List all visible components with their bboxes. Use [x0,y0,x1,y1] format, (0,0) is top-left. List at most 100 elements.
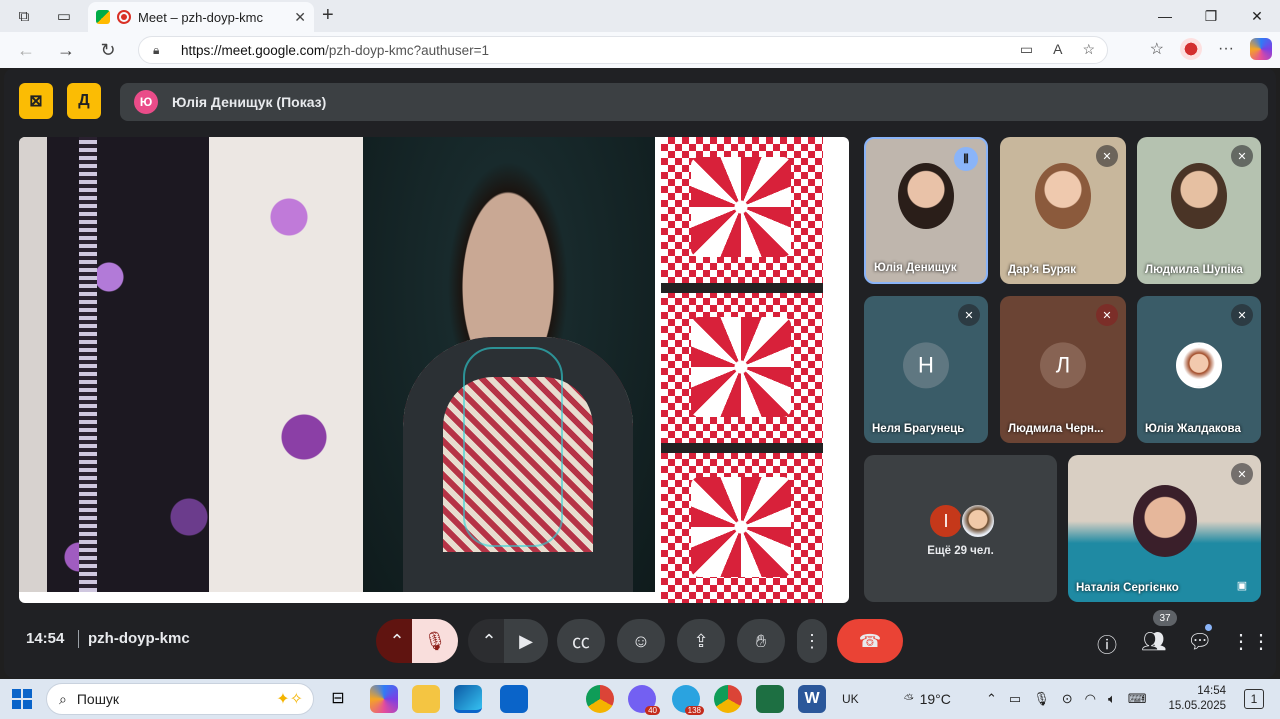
meet-favicon-icon [96,10,110,24]
more-participants-tile[interactable]: І Ещё 29 чел. [864,455,1057,602]
file-explorer-icon[interactable] [412,685,440,713]
participant-name: Неля Брагунець [872,423,965,435]
minimize-button[interactable]: — [1142,0,1188,32]
back-button[interactable]: ← [6,32,46,68]
viber-badge: 40 [645,706,660,715]
pip-icon[interactable]: ▣ [1231,574,1253,596]
excel-icon[interactable] [756,685,784,713]
more-menu-icon[interactable]: ··· [1218,40,1234,58]
copilot-icon[interactable] [1250,38,1272,60]
close-window-button[interactable]: ✕ [1234,0,1280,32]
weather-icon: ⛅︎ [904,691,914,706]
more-options-button[interactable]: ⋮ [797,619,827,663]
chat-icon[interactable]: 💬︎ [1187,629,1212,654]
read-aloud-icon[interactable]: A [1053,41,1062,58]
camera-tray-icon[interactable]: ▭ [1009,691,1021,707]
language-indicator[interactable]: UK [842,679,859,719]
participant-name: Юлія Жалдакова [1145,423,1241,435]
mic-tray-icon[interactable]: 🎙︎ [1033,691,1050,707]
edge-icon[interactable] [454,685,482,713]
meeting-code: pzh-doyp-kmc [88,630,190,647]
mic-off-icon: ✕ [1096,304,1118,326]
url-field[interactable]: 🔒︎ https://meet.google.com/pzh-doyp-kmc?… [138,36,1108,64]
mic-off-icon: ✕ [1231,304,1253,326]
keyboard-icon[interactable]: ⌨︎ [1128,691,1147,707]
maximize-button[interactable]: ❐ [1188,0,1234,32]
chrome-icon[interactable] [586,685,614,713]
embroidered-vest-image [19,137,363,592]
volume-icon[interactable]: 🔈︎ [1108,691,1116,707]
browser-tab[interactable]: Meet – pzh-doyp-kmc ✕ [88,2,314,32]
participant-tile[interactable]: Л ✕ Людмила Черн... [1000,296,1126,443]
meeting-info-icon[interactable]: ⓘ [1097,629,1117,658]
outlook-icon[interactable] [500,685,528,713]
ornament-pattern-image [661,137,823,603]
tab-title: Meet – pzh-doyp-kmc [138,9,263,25]
layout-icon[interactable]: Д [67,83,101,119]
participant-name: Людмила Шупіка [1145,264,1243,276]
sparkle-icon: ✦✧ [276,691,303,708]
participant-name: Дар'я Буряк [1008,264,1076,276]
taskbar-search[interactable]: ⌕ Пошук ✦✧ [46,683,314,715]
activities-icon[interactable]: ⋮⋮ [1231,629,1271,654]
participant-name: Людмила Черн... [1008,423,1104,435]
participant-tile[interactable]: ⦀ Юлія Денищук [864,137,988,284]
people-icon[interactable]: 👥︎ [1141,629,1166,654]
divider [78,630,79,648]
search-icon: ⌕ [59,690,67,707]
chat-unread-dot [1205,624,1212,631]
participant-tile[interactable]: ✕ Юлія Жалдакова [1137,296,1261,443]
window-controls: — ❐ ✕ [1142,0,1280,32]
mic-off-icon: ✕ [1231,145,1253,167]
more-participants-label: Ещё 29 чел. [927,545,994,557]
present-button[interactable]: ⇪ [677,619,725,663]
participant-avatar [960,503,996,539]
word-icon[interactable]: W [798,685,826,713]
leave-call-button[interactable]: ☎ [837,619,903,663]
tab-actions-icon[interactable]: ▭ [50,2,78,30]
start-button[interactable] [12,689,32,709]
url-path: /pzh-doyp-kmc?authuser=1 [325,42,490,58]
favorites-icon[interactable]: ☆ [1150,39,1164,59]
reactions-button[interactable]: ☺ [617,619,665,663]
camera-permission-icon[interactable]: ▭ [1020,41,1033,58]
hide-presentation-icon[interactable]: ⊠ [19,83,53,119]
captions-button[interactable]: ㏄ [557,619,605,663]
participant-initial: Л [1040,341,1086,388]
participant-tile[interactable]: ✕ Наталія Сергієнко ▣ [1068,455,1261,602]
taskbar-clock[interactable]: 14:54 15.05.2025 [1168,684,1226,714]
refresh-button[interactable]: ↻ [88,32,128,68]
chevron-up-icon[interactable]: ⌃ [986,691,997,707]
participant-tile[interactable]: ✕ Дар'я Буряк [1000,137,1126,284]
favorite-star-icon[interactable]: ☆ [1082,41,1095,58]
participant-name: Юлія Денищук [874,262,957,274]
viber-icon[interactable]: 40 [628,685,660,715]
weather-widget[interactable]: ⛅︎ 19°C [904,679,951,719]
camera-toggle-button[interactable]: ▶ [504,619,548,663]
search-label: Пошук [76,691,120,707]
participant-tile[interactable]: ✕ Людмила Шупіка [1137,137,1261,284]
lock-icon: 🔒︎ [153,43,160,57]
url-actions: ▭ A ☆ [1020,41,1095,58]
new-tab-button[interactable]: + [322,4,334,27]
windows-taskbar: ⌕ Пошук ✦✧ ⊟ 40 138 W UK ⛅︎ 19°C ⌃ ▭ 🎙︎ ⊙… [0,679,1280,719]
notifications-icon[interactable]: 1 [1244,689,1264,709]
chrome-profile-icon[interactable] [714,685,742,713]
participant-initial: І [928,503,964,539]
wifi-icon[interactable]: ◠ [1085,691,1096,707]
taskbar-time: 14:54 [1197,685,1226,697]
task-view-icon[interactable]: ⊟ [324,685,352,713]
mic-toggle-button[interactable]: 🎙︎ [412,619,458,663]
copilot-app-icon[interactable] [370,685,398,713]
telegram-icon[interactable]: 138 [672,685,704,715]
participant-tile[interactable]: Н ✕ Неля Брагунець [864,296,988,443]
system-tray: ⌃ ▭ 🎙︎ ⊙ ◠ 🔈︎ ⌨︎ [986,679,1147,719]
workspaces-icon[interactable]: ⧉ [10,2,38,30]
raise-hand-button[interactable]: ✋︎ [737,619,785,663]
forward-button[interactable]: → [46,32,86,68]
telegram-badge: 138 [684,706,704,715]
tab-bar: ⧉ ▭ Meet – pzh-doyp-kmc ✕ + — ❐ ✕ [0,0,1280,32]
network-icon[interactable]: ⊙ [1062,691,1073,707]
profile-avatar[interactable] [1180,38,1203,60]
close-tab-icon[interactable]: ✕ [294,9,306,26]
